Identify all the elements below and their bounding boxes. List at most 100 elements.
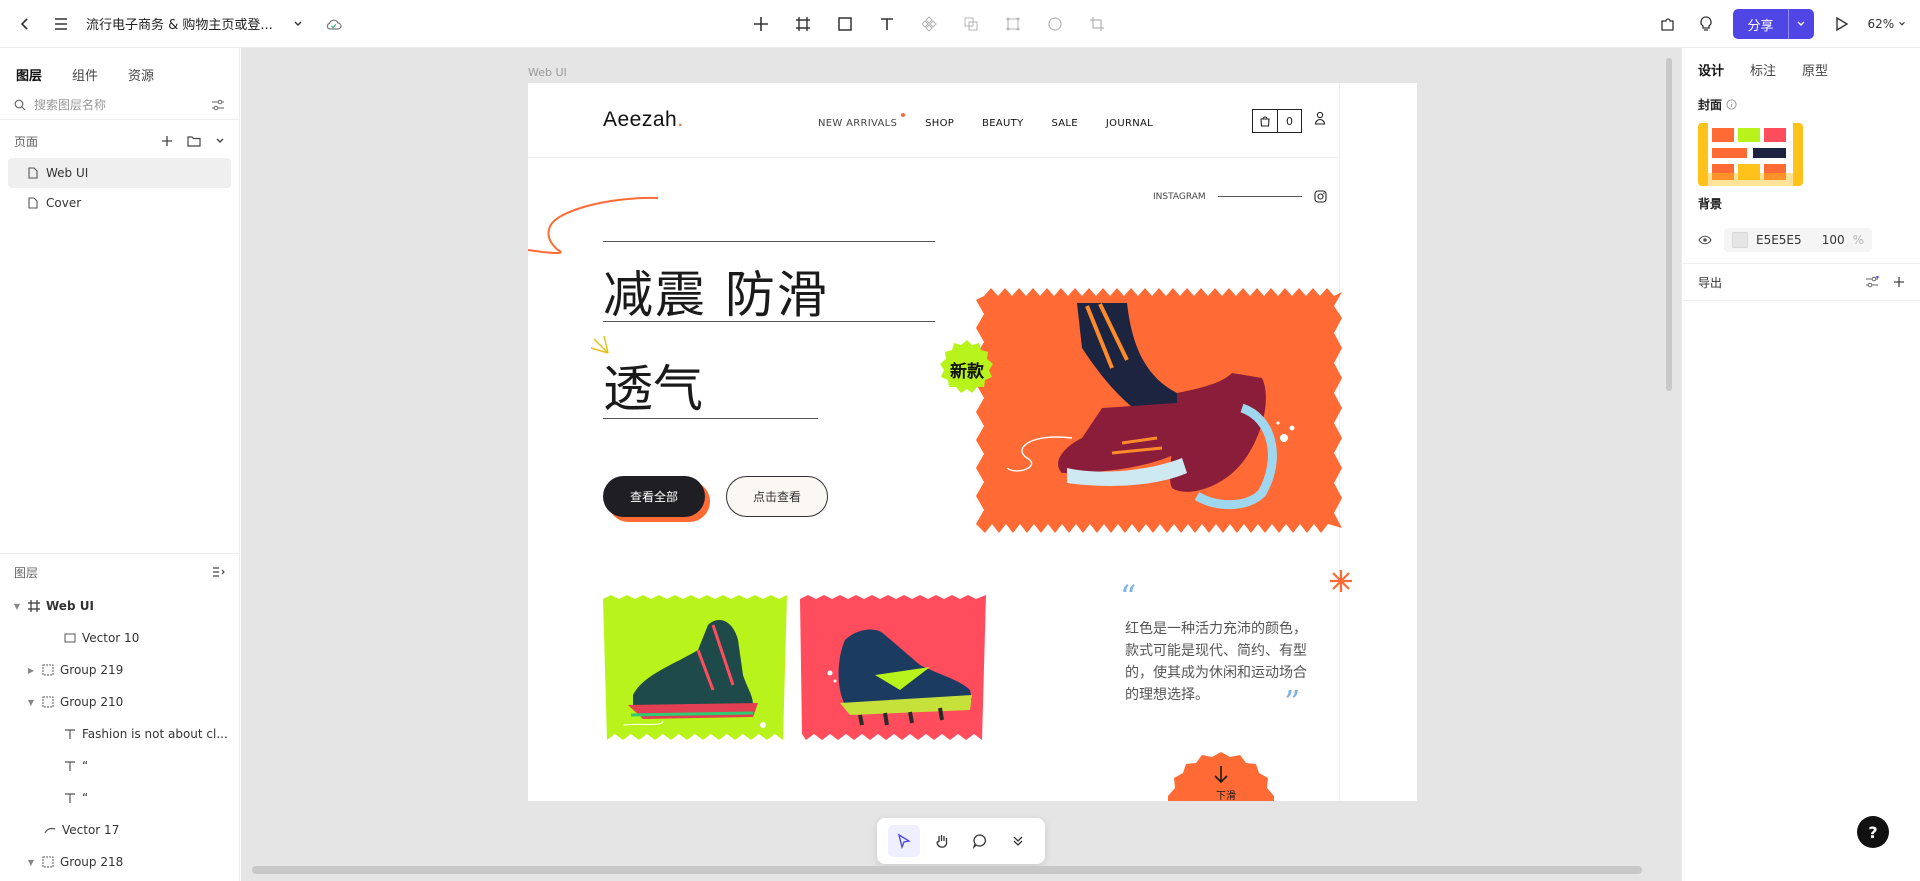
web-ui-frame[interactable]: Aeezah. NEW ARRIVALS SHOP BEAUTY SALE JO… (528, 83, 1417, 801)
asterisk-icon (1330, 570, 1352, 592)
more-tools-icon[interactable] (1002, 825, 1034, 857)
group-icon (42, 856, 54, 868)
click-view-button[interactable]: 点击查看 (726, 476, 828, 517)
chevron-down-icon[interactable] (215, 136, 225, 146)
pink-shoe-card (800, 595, 986, 740)
layers-section: 图层 ▼ Web UI Vector 10 ▶ Group 219 ▼ Grou… (0, 553, 240, 878)
plugin-icon[interactable] (1657, 13, 1679, 35)
page-item-cover[interactable]: Cover (8, 188, 231, 218)
page-icon (28, 197, 38, 209)
document-title[interactable]: 流行电子商务 & 购物主页或登... (86, 14, 273, 33)
headline-rule (603, 418, 818, 419)
tab-design[interactable]: 设计 (1698, 60, 1724, 79)
tab-assets[interactable]: 资源 (128, 65, 154, 84)
hero-headline: 减震 防滑 (603, 266, 829, 324)
cart-button[interactable]: 0 (1252, 109, 1302, 133)
tab-prototype[interactable]: 原型 (1802, 60, 1828, 79)
color-swatch[interactable] (1732, 232, 1748, 248)
hero-subheadline: 透气 (603, 360, 703, 418)
instagram-link[interactable]: INSTAGRAM (1153, 190, 1327, 203)
layer-item[interactable]: ▼ Group 210 (0, 686, 240, 718)
cover-thumbnail[interactable] (1698, 123, 1803, 186)
site-header: Aeezah. NEW ARRIVALS SHOP BEAUTY SALE JO… (528, 83, 1339, 158)
filter-icon[interactable] (211, 99, 225, 111)
background-hex[interactable]: E5E5E5 (1756, 233, 1802, 247)
page-item-web-ui[interactable]: Web UI (8, 158, 231, 188)
add-page-icon[interactable] (161, 135, 173, 147)
eye-icon[interactable] (1698, 235, 1712, 245)
expand-arrow-icon[interactable]: ▼ (26, 698, 36, 707)
background-color-field[interactable]: E5E5E5 100 % (1724, 228, 1872, 252)
cloud-sync-icon (323, 13, 345, 35)
help-button[interactable]: ? (1857, 816, 1889, 848)
layer-item[interactable]: ▼ Group 218 (0, 846, 240, 878)
play-icon[interactable] (1830, 13, 1852, 35)
tab-components[interactable]: 组件 (72, 65, 98, 84)
headline-rule (603, 321, 935, 322)
expand-arrow-icon[interactable]: ▼ (26, 858, 36, 867)
collapse-layers-icon[interactable] (212, 566, 226, 578)
horizontal-scrollbar[interactable] (252, 866, 1642, 874)
layer-item[interactable]: ▶ Group 219 (0, 654, 240, 686)
layer-item[interactable]: “ (0, 782, 240, 814)
bag-icon (1253, 110, 1278, 132)
boolean-tool-icon[interactable] (960, 13, 982, 35)
pages-header: 页面 (14, 134, 39, 149)
crop-tool-icon[interactable] (1086, 13, 1108, 35)
add-icon[interactable] (750, 13, 772, 35)
frame-label[interactable]: Web UI (528, 66, 567, 79)
share-dropdown-icon[interactable] (1787, 9, 1814, 39)
layer-item[interactable]: Vector 17 (0, 814, 240, 846)
hand-tool-icon[interactable] (926, 825, 958, 857)
layer-item[interactable]: ▼ Web UI (0, 590, 240, 622)
left-panel: 图层 组件 资源 搜索图层名称 页面 Web UI Cover 图层 ▼ Web… (0, 48, 240, 881)
back-icon[interactable] (14, 13, 36, 35)
site-nav: NEW ARRIVALS SHOP BEAUTY SALE JOURNAL (818, 113, 1153, 129)
bulb-icon[interactable] (1695, 13, 1717, 35)
comment-tool-icon[interactable] (964, 825, 996, 857)
text-icon (65, 761, 75, 771)
layer-item[interactable]: Fashion is not about cl... (0, 718, 240, 750)
canvas[interactable]: Web UI Aeezah. NEW ARRIVALS SHOP BEAUTY … (241, 48, 1681, 881)
background-opacity[interactable]: 100 (1822, 233, 1845, 247)
expand-arrow-icon[interactable]: ▶ (26, 666, 36, 675)
rectangle-tool-icon[interactable] (834, 13, 856, 35)
nav-sale[interactable]: SALE (1051, 118, 1077, 129)
ellipse-tool-icon[interactable] (1044, 13, 1066, 35)
tab-annotate[interactable]: 标注 (1750, 60, 1776, 79)
chevron-down-icon[interactable] (287, 13, 309, 35)
menu-icon[interactable] (50, 13, 72, 35)
folder-icon[interactable] (187, 135, 201, 147)
vertical-scrollbar[interactable] (1666, 58, 1672, 391)
expand-arrow-icon[interactable]: ▼ (12, 602, 22, 611)
nav-journal[interactable]: JOURNAL (1106, 118, 1153, 129)
export-label: 导出 (1698, 275, 1723, 290)
group-icon (42, 664, 54, 676)
text-tool-icon[interactable] (876, 13, 898, 35)
nav-shop[interactable]: SHOP (925, 118, 954, 129)
layer-search[interactable]: 搜索图层名称 (0, 90, 239, 120)
pointer-tool-icon[interactable] (888, 825, 920, 857)
tab-layers[interactable]: 图层 (16, 65, 42, 84)
add-export-icon[interactable] (1893, 276, 1905, 288)
mask-tool-icon[interactable] (1002, 13, 1024, 35)
site-brand[interactable]: Aeezah. (603, 108, 684, 132)
user-icon[interactable] (1314, 111, 1326, 129)
view-all-button[interactable]: 查看全部 (603, 476, 705, 517)
share-button[interactable]: 分享 (1733, 9, 1814, 39)
layer-item[interactable]: “ (0, 750, 240, 782)
component-tool-icon[interactable] (918, 13, 940, 35)
text-icon (65, 793, 75, 803)
export-settings-icon[interactable] (1865, 276, 1879, 288)
lime-shoe-card (603, 595, 787, 740)
quote-open: “ (1120, 578, 1137, 616)
group-icon (42, 696, 54, 708)
layer-item[interactable]: Vector 10 (0, 622, 240, 654)
nav-new-arrivals[interactable]: NEW ARRIVALS (818, 113, 906, 129)
nav-beauty[interactable]: BEAUTY (982, 118, 1023, 129)
info-icon[interactable] (1726, 99, 1737, 110)
zoom-level[interactable]: 62% (1868, 17, 1907, 31)
search-input[interactable]: 搜索图层名称 (34, 96, 203, 113)
page-icon (28, 167, 38, 179)
frame-tool-icon[interactable] (792, 13, 814, 35)
